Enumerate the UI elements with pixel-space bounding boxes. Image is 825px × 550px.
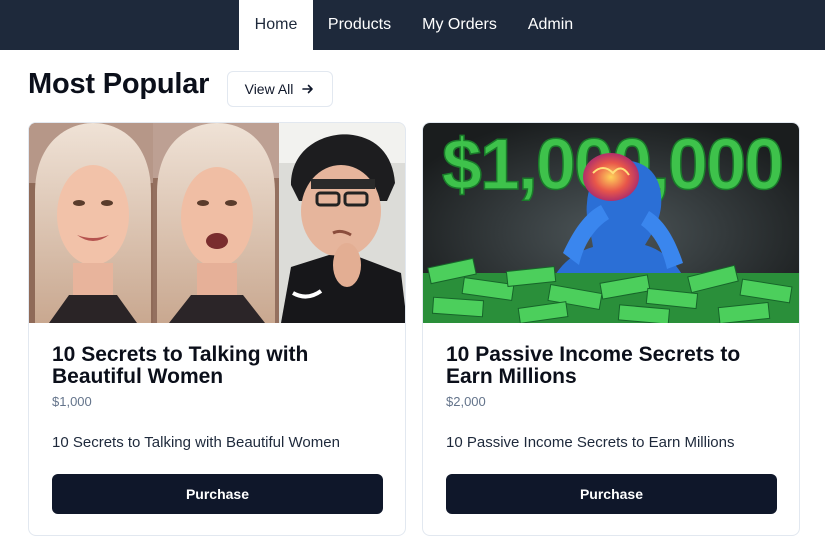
view-all-label: View All <box>244 81 294 97</box>
section-title: Most Popular <box>28 68 210 100</box>
view-all-button[interactable]: View All <box>227 71 333 107</box>
nav-admin[interactable]: Admin <box>513 0 588 50</box>
product-title: 10 Secrets to Talking with Beautiful Wom… <box>52 343 309 388</box>
arrow-right-icon <box>302 84 314 94</box>
nav-my-orders[interactable]: My Orders <box>406 0 513 50</box>
product-description: 10 Secrets to Talking with Beautiful Wom… <box>52 434 340 451</box>
product-image[interactable] <box>29 123 405 323</box>
product-card: 10 Secrets to Talking with Beautiful Wom… <box>28 122 406 536</box>
product-title: 10 Passive Income Secrets to Earn Millio… <box>446 343 741 388</box>
product-image[interactable]: $1,000,000 <box>423 123 799 323</box>
nav-products[interactable]: Products <box>313 0 406 50</box>
product-card: $1,000,000 1 <box>422 122 800 536</box>
purchase-button[interactable]: Purchase <box>52 474 383 514</box>
nav-home[interactable]: Home <box>239 0 313 50</box>
top-navbar: Home Products My Orders Admin <box>0 0 825 50</box>
product-price: $2,000 <box>446 394 486 409</box>
product-description: 10 Passive Income Secrets to Earn Millio… <box>446 434 735 451</box>
product-price: $1,000 <box>52 394 92 409</box>
purchase-button[interactable]: Purchase <box>446 474 777 514</box>
